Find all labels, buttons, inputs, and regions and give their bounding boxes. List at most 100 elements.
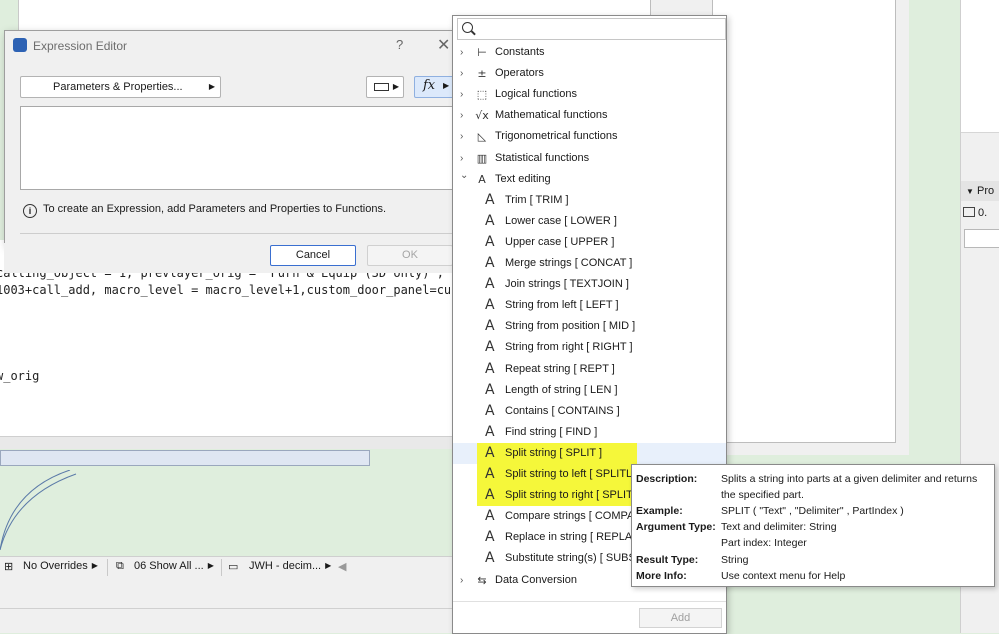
text-function-icon: A	[485, 339, 495, 356]
chevron-right-icon[interactable]: ›	[460, 126, 463, 147]
app-logo-icon	[13, 38, 27, 52]
palette-folder-row[interactable]: 0.	[963, 207, 999, 225]
chevron-right-icon[interactable]: ›	[460, 63, 463, 84]
function-item[interactable]: A Length of string [ LEN ]	[453, 380, 726, 401]
ok-button[interactable]: OK	[367, 245, 453, 266]
cancel-button[interactable]: Cancel	[270, 245, 356, 266]
chevron-right-icon[interactable]: ›	[460, 42, 463, 63]
info-text: To create an Expression, add Parameters …	[43, 203, 387, 215]
scrollbar-thumb[interactable]	[0, 450, 370, 466]
function-label: Split string [ SPLIT ]	[505, 446, 603, 459]
close-icon[interactable]: ✕	[437, 35, 450, 55]
function-item[interactable]: A Repeat string [ REPT ]	[453, 359, 726, 380]
function-label: Join strings [ TEXTJOIN ]	[505, 278, 629, 291]
units-button[interactable]: ▶	[366, 76, 404, 98]
expression-input[interactable]	[20, 106, 455, 190]
function-label: String from left [ LEFT ]	[505, 299, 619, 312]
function-tooltip: Description: Splits a string into parts a…	[631, 464, 995, 587]
background-inner-panel	[712, 0, 896, 443]
layer-combo-label: 06 Show All ...	[134, 560, 204, 572]
category-row[interactable]: › ⊢ Constants	[453, 42, 726, 63]
tooltip-key: Description:	[636, 473, 698, 485]
function-label: Trim [ TRIM ]	[505, 193, 569, 206]
category-icon: √x	[475, 109, 489, 123]
text-function-icon: A	[485, 423, 495, 440]
category-row[interactable]: › ± Operators	[453, 63, 726, 84]
layer-combo-dropdown[interactable]: 06 Show All ... ▶	[134, 560, 214, 572]
function-label: Merge strings [ CONCAT ]	[505, 257, 633, 269]
tooltip-key: Argument Type:	[636, 521, 716, 533]
function-item[interactable]: A Contains [ CONTAINS ]	[453, 401, 726, 422]
text-function-icon: A	[485, 276, 495, 293]
function-label: Length of string [ LEN ]	[505, 383, 618, 396]
overrides-dropdown[interactable]: No Overrides ▶	[23, 560, 98, 572]
category-icon: ±	[477, 67, 487, 81]
text-function-icon: A	[485, 360, 495, 377]
category-icon: ⬚	[476, 88, 488, 102]
text-function-icon: A	[485, 508, 495, 525]
function-item[interactable]: A Split string [ SPLIT ]	[453, 442, 726, 464]
category-row[interactable]: › √x Mathematical functions	[453, 105, 726, 126]
parameters-properties-button[interactable]: Parameters & Properties... ▶	[20, 76, 221, 98]
stack-icon: ⊞	[4, 561, 14, 573]
category-icon: A	[478, 172, 486, 186]
tooltip-key: Result Type:	[636, 554, 699, 566]
category-label: Trigonometrical functions	[495, 130, 618, 143]
function-label: Repeat string [ REPT ]	[505, 362, 615, 375]
category-row[interactable]: › ▥ Statistical functions	[453, 148, 726, 169]
function-item[interactable]: A String from right [ RIGHT ]	[453, 337, 726, 358]
tooltip-key: Example:	[636, 505, 683, 517]
function-item[interactable]: A String from position [ MID ]	[453, 316, 726, 337]
overrides-label: No Overrides	[23, 560, 88, 572]
functions-button[interactable]: fx ▶	[414, 76, 456, 98]
category-row[interactable]: › ◺ Trigonometrical functions	[453, 126, 726, 147]
layers-icon: ⧉	[116, 560, 124, 572]
function-item[interactable]: A Join strings [ TEXTJOIN ]	[453, 274, 726, 295]
tooltip-key: More Info:	[636, 570, 687, 582]
chevron-right-icon[interactable]: ›	[460, 570, 463, 591]
function-item[interactable]: A Lower case [ LOWER ]	[453, 211, 726, 232]
text-function-icon: A	[485, 487, 495, 504]
chevron-right-icon: ▶	[392, 82, 399, 91]
tooltip-value: Part index: Integer	[721, 537, 807, 549]
text-function-icon: A	[485, 529, 495, 546]
category-icon: ▥	[476, 151, 488, 165]
category-row[interactable]: ⌄ A Text editing	[453, 169, 726, 190]
chevron-right-icon: ▶	[208, 82, 215, 91]
category-label: Mathematical functions	[495, 109, 608, 122]
palette-section-header[interactable]: ▼ Pro	[961, 181, 999, 201]
function-search-input[interactable]	[457, 18, 726, 40]
help-icon[interactable]: ?	[396, 37, 403, 52]
folder-icon	[963, 207, 975, 217]
palette-input[interactable]	[964, 229, 999, 248]
tooltip-value: Text and delimiter: String	[721, 521, 837, 533]
chevron-right-icon[interactable]: ›	[460, 105, 463, 126]
text-function-icon: A	[485, 233, 495, 250]
category-row[interactable]: › ⬚ Logical functions	[453, 84, 726, 105]
function-item[interactable]: A Find string [ FIND ]	[453, 422, 726, 443]
parameters-properties-label: Parameters & Properties...	[53, 81, 183, 93]
category-label: Constants	[495, 46, 545, 58]
add-button[interactable]: Add	[639, 608, 722, 628]
scroll-left-icon[interactable]: ◀	[338, 560, 346, 573]
category-label: Text editing	[495, 172, 551, 185]
function-label: Contains [ CONTAINS ]	[505, 404, 620, 417]
chevron-right-icon: ▶	[443, 81, 450, 90]
function-item[interactable]: A Upper case [ UPPER ]	[453, 232, 726, 253]
dropdown-divider	[453, 601, 726, 602]
dimension-dropdown[interactable]: JWH - decim... ▶	[249, 560, 331, 572]
text-function-icon: A	[485, 255, 495, 271]
info-icon: i	[23, 204, 37, 218]
function-item[interactable]: A String from left [ LEFT ]	[453, 295, 726, 316]
chevron-down-icon[interactable]: ⌄	[460, 165, 468, 186]
text-function-icon: A	[485, 297, 495, 314]
right-palette-top	[961, 0, 999, 133]
text-function-icon: A	[485, 444, 495, 461]
chevron-right-icon[interactable]: ›	[460, 84, 463, 105]
function-item[interactable]: A Merge strings [ CONCAT ]	[453, 253, 726, 274]
code-line: w_orig	[0, 369, 40, 383]
palette-folder-label: 0.	[978, 207, 988, 219]
text-function-icon: A	[485, 381, 495, 398]
function-item[interactable]: A Trim [ TRIM ]	[453, 190, 726, 211]
text-function-icon: A	[485, 318, 495, 335]
